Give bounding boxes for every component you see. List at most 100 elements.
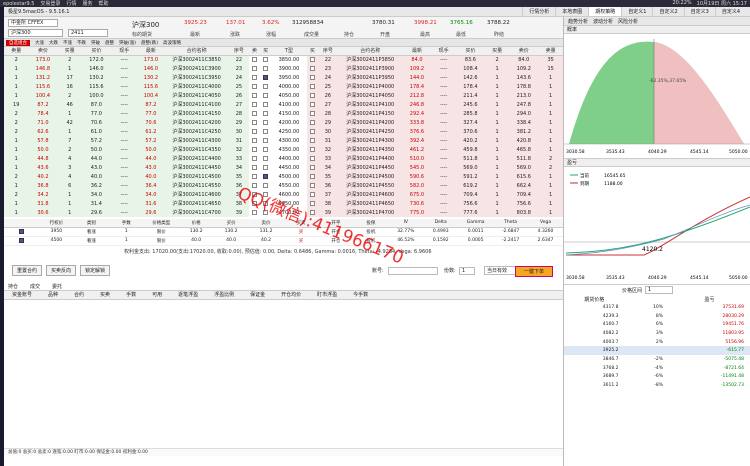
buy-checkbox[interactable] — [263, 128, 269, 134]
tab-trend[interactable]: 趋势分析 — [568, 18, 588, 25]
sell-checkbox[interactable] — [251, 56, 257, 62]
buy-checkbox[interactable] — [263, 173, 269, 179]
quote-row[interactable]: 2 40.2 4 40.0 ---- 40.0 沪深3002411C4500 35 4500.0… — [4, 172, 563, 181]
sell-checkbox[interactable] — [251, 65, 257, 71]
filter-tab-4[interactable]: 不跌 — [77, 40, 86, 46]
tab-volatility[interactable]: 波动分析 — [593, 18, 613, 25]
buy-checkbox[interactable] — [263, 83, 269, 89]
put-buy-checkbox[interactable] — [309, 101, 315, 107]
tab-risk[interactable]: 风险分析 — [618, 18, 638, 25]
sell-checkbox[interactable] — [251, 101, 257, 107]
filter-tab-watch[interactable]: 自选组合 — [6, 39, 30, 46]
filter-tab-5[interactable]: 突破 — [91, 40, 100, 46]
sell-checkbox[interactable] — [251, 128, 257, 134]
month-select[interactable]: 2411 — [68, 29, 108, 37]
buy-checkbox[interactable] — [263, 155, 269, 161]
lock-unlock-button[interactable]: 锁定解锁 — [80, 265, 111, 276]
sell-checkbox[interactable] — [251, 155, 257, 161]
sell-checkbox[interactable] — [251, 164, 257, 170]
filter-tab-1[interactable]: 大涨 — [35, 40, 44, 46]
put-buy-checkbox[interactable] — [309, 110, 315, 116]
quote-row[interactable]: 1 43.6 3 43.0 ---- 43.0 沪深3002411C4450 34 4450.0… — [4, 163, 563, 172]
quote-row[interactable]: 1 100.4 2 100.0 ---- 100.4 沪深3002411C4050 26 405… — [4, 91, 563, 100]
reverse-side-button[interactable]: 买卖反向 — [46, 265, 77, 276]
filter-tab-8[interactable]: 盘整(跌) — [141, 40, 158, 46]
quote-row[interactable]: 2 62.6 1 61.0 ---- 61.2 沪深3002411C4250 30 4250.0… — [4, 127, 563, 136]
quote-row[interactable]: 1 50.0 2 50.0 ---- 50.0 沪深3002411C4350 32 4350.0… — [4, 145, 563, 154]
exchange-select[interactable]: 中金所 CFFEX — [8, 19, 58, 27]
put-buy-checkbox[interactable] — [309, 137, 315, 143]
tab-market-analysis[interactable]: 行情分析 — [522, 7, 555, 16]
sell-checkbox[interactable] — [251, 74, 257, 80]
quote-row[interactable]: 1 57.8 7 57.2 ---- 57.2 沪深3002411C4300 31 4300.0… — [4, 136, 563, 145]
put-buy-checkbox[interactable] — [309, 65, 315, 71]
tab-local-chart[interactable]: 本地表图 — [555, 7, 588, 16]
sell-checkbox[interactable] — [251, 92, 257, 98]
quote-row[interactable]: 19 87.2 46 87.0 ---- 87.2 沪深3002411C4100 27 4100… — [4, 100, 563, 109]
sell-checkbox[interactable] — [251, 137, 257, 143]
put-buy-checkbox[interactable] — [309, 146, 315, 152]
buy-checkbox[interactable] — [263, 92, 269, 98]
buy-checkbox[interactable] — [263, 74, 269, 80]
lots-input[interactable]: 1 — [459, 266, 475, 275]
position-row[interactable]: 4500 看涨 1 限价 40.0 40.0 40.2 买开仓 投机 46.52% 0.1592 0.… — [4, 236, 563, 246]
buy-checkbox[interactable] — [263, 146, 269, 152]
tab-custom-3[interactable]: 自定义3 — [683, 7, 715, 16]
menubar-item-login[interactable]: 交易登录 — [40, 0, 60, 7]
buy-checkbox[interactable] — [263, 110, 269, 116]
position-row[interactable]: 3950 看涨 1 限价 130.2 130.2 131.2 买开仓 投机 32.77% 0.499… — [4, 227, 563, 237]
put-buy-checkbox[interactable] — [309, 83, 315, 89]
tab-order[interactable]: 委托 — [52, 283, 62, 290]
buy-checkbox[interactable] — [263, 137, 269, 143]
range-input[interactable]: 1 — [645, 286, 674, 294]
filter-tab-7[interactable]: 突破(涨) — [119, 40, 136, 46]
sell-checkbox[interactable] — [251, 119, 257, 125]
quote-row[interactable]: 1 36.8 6 36.2 ---- 36.4 沪深3002411C4550 36 4550.0… — [4, 181, 563, 190]
sell-checkbox[interactable] — [251, 83, 257, 89]
quote-row[interactable]: 2 71.0 42 70.6 ---- 70.6 沪深3002411C4200 29 4200.… — [4, 118, 563, 127]
quote-row[interactable]: 1 44.8 4 44.0 ---- 44.0 沪深3002411C4400 33 4400.0… — [4, 154, 563, 163]
quote-row[interactable]: 1 131.2 17 130.2 ---- 130.2 沪深3002411C3950 24 39… — [4, 73, 563, 82]
buy-checkbox[interactable] — [263, 65, 269, 71]
filter-tab-2[interactable]: 大跌 — [49, 40, 58, 46]
menubar-item-service[interactable]: 服务 — [82, 0, 92, 7]
put-buy-checkbox[interactable] — [309, 92, 315, 98]
buy-checkbox[interactable] — [263, 164, 269, 170]
sell-checkbox[interactable] — [251, 173, 257, 179]
tab-custom-4[interactable]: 自定义4 — [714, 7, 746, 16]
filter-tab-3[interactable]: 不涨 — [63, 40, 72, 46]
filter-tab-6[interactable]: 盘整 — [105, 40, 114, 46]
buy-checkbox[interactable] — [263, 101, 269, 107]
put-buy-checkbox[interactable] — [309, 56, 315, 62]
tab-option-strategy[interactable]: 期权策略 — [588, 7, 622, 16]
filter-tab-9[interactable]: 高波策略 — [163, 40, 181, 46]
underlying-select[interactable]: 沪深300 — [8, 29, 63, 37]
sell-checkbox[interactable] — [251, 146, 257, 152]
put-buy-checkbox[interactable] — [309, 119, 315, 125]
put-buy-checkbox[interactable] — [309, 191, 315, 197]
put-buy-checkbox[interactable] — [309, 74, 315, 80]
tab-trade[interactable]: 成交 — [30, 283, 40, 290]
tab-position[interactable]: 持仓 — [8, 283, 18, 290]
tab-custom-2[interactable]: 自定义2 — [652, 7, 683, 16]
position-checkbox[interactable] — [18, 228, 24, 234]
one-click-order-button[interactable]: 一键下单 — [514, 265, 553, 277]
put-buy-checkbox[interactable] — [309, 173, 315, 179]
put-buy-checkbox[interactable] — [309, 182, 315, 188]
put-buy-checkbox[interactable] — [309, 128, 315, 134]
quote-row[interactable]: 2 173.0 2 172.0 ---- 173.0 沪深3002411C3850 22 385… — [4, 55, 563, 64]
position-checkbox[interactable] — [18, 237, 24, 243]
tab-custom-1[interactable]: 自定义1 — [621, 7, 652, 16]
put-buy-checkbox[interactable] — [309, 200, 315, 206]
put-buy-checkbox[interactable] — [309, 164, 315, 170]
quote-row[interactable]: 1 146.8 1 146.0 ---- 146.0 沪深3002411C3900 23 390… — [4, 64, 563, 73]
buy-checkbox[interactable] — [263, 56, 269, 62]
sell-checkbox[interactable] — [251, 110, 257, 116]
quote-row[interactable]: 2 78.4 1 77.0 ---- 77.0 沪深3002411C4150 28 4150.0… — [4, 109, 563, 118]
menubar-item-quote[interactable]: 行情 — [66, 0, 76, 7]
put-buy-checkbox[interactable] — [309, 155, 315, 161]
quote-row[interactable]: 1 115.6 16 115.6 ---- 115.6 沪深3002411C4000 25 40… — [4, 82, 563, 91]
buy-checkbox[interactable] — [263, 119, 269, 125]
reset-contract-button[interactable]: 重置合约 — [12, 265, 43, 276]
account-select[interactable] — [388, 266, 438, 275]
